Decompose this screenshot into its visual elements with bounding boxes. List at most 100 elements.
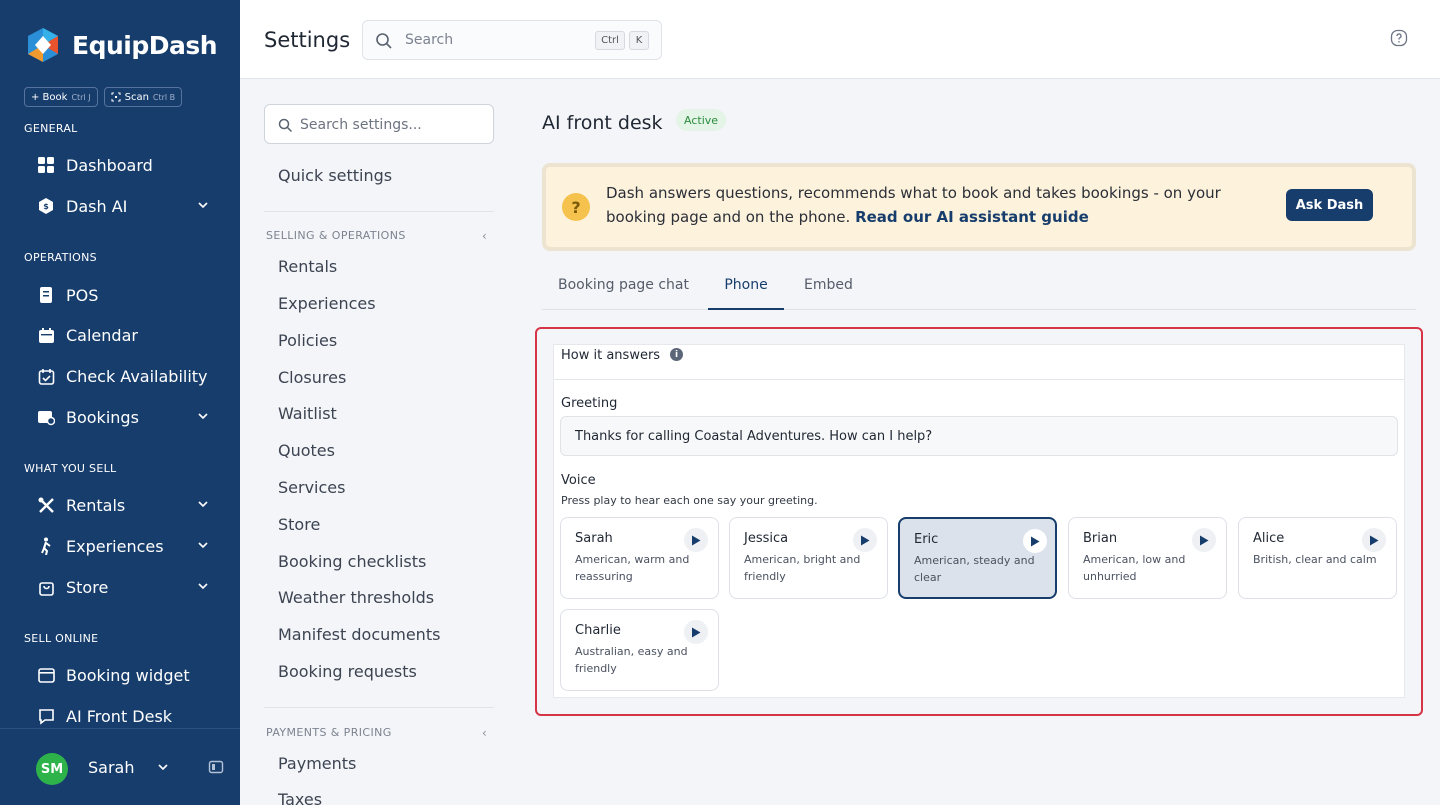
hexagon-icon: $ [36, 196, 56, 216]
settings-item[interactable]: Rentals [278, 257, 337, 276]
voice-name: Sarah [575, 531, 613, 546]
settings-item[interactable]: Services [278, 478, 345, 497]
search-icon [278, 118, 293, 133]
info-banner: ? Dash answers questions, recommends wha… [546, 167, 1412, 247]
search-input[interactable] [405, 29, 585, 51]
sidebar-item-pos[interactable]: POS [36, 281, 216, 309]
chat-bubble-icon [36, 706, 56, 726]
panel-title: How it answers [561, 348, 661, 363]
global-search[interactable]: Ctrl K [362, 20, 662, 60]
chevron-left-icon[interactable]: ‹ [482, 727, 492, 739]
play-button[interactable] [684, 528, 708, 552]
settings-item[interactable]: Store [278, 515, 320, 534]
voice-label: Voice [561, 473, 596, 488]
main-content: AI front desk Active ? Dash answers ques… [518, 79, 1440, 805]
sidebar: EquipDash + Book Ctrl J Scan Ctrl B GENE… [0, 0, 240, 805]
chevron-down-icon[interactable] [156, 760, 170, 774]
play-button[interactable] [1362, 528, 1386, 552]
settings-item[interactable]: Quotes [278, 441, 335, 460]
calendar-icon [36, 325, 56, 345]
sidebar-item-experiences[interactable]: Experiences [36, 532, 216, 560]
settings-item[interactable]: Waitlist [278, 404, 337, 423]
question-icon: ? [562, 193, 590, 221]
section-label-what-you-sell: WHAT YOU SELL [24, 462, 117, 475]
tab-phone[interactable]: Phone [708, 277, 784, 310]
settings-item-quick-settings[interactable]: Quick settings [278, 166, 392, 185]
voice-card-alice[interactable]: Alice British, clear and calm [1238, 517, 1397, 599]
svg-text:$: $ [43, 202, 49, 211]
voice-name: Alice [1253, 531, 1285, 546]
play-icon [1200, 535, 1209, 545]
voice-name: Brian [1083, 531, 1118, 546]
settings-item[interactable]: Booking requests [278, 662, 417, 681]
settings-search-input[interactable] [300, 114, 485, 136]
sidebar-item-label: Rentals [66, 495, 126, 515]
how-it-answers-panel: How it answers i Greeting Thanks for cal… [554, 345, 1404, 697]
equipdash-logo-icon [24, 26, 62, 64]
settings-item[interactable]: Taxes [278, 790, 322, 805]
play-button[interactable] [1023, 529, 1047, 553]
sidebar-item-dash-ai[interactable]: $ Dash AI [36, 192, 216, 220]
tab-booking-page-chat[interactable]: Booking page chat [558, 277, 689, 310]
settings-search[interactable] [264, 104, 494, 144]
voice-card-charlie[interactable]: Charlie Australian, easy and friendly [560, 609, 719, 691]
divider [264, 707, 494, 708]
settings-item[interactable]: Experiences [278, 294, 376, 313]
shortcut-key-ctrl: Ctrl [595, 31, 625, 50]
brand[interactable]: EquipDash [24, 26, 218, 64]
book-button[interactable]: + Book Ctrl J [24, 87, 98, 107]
settings-item[interactable]: Weather thresholds [278, 588, 434, 607]
chevron-down-icon [198, 542, 208, 549]
sidebar-item-store[interactable]: Store [36, 573, 216, 601]
settings-item[interactable]: Policies [278, 331, 337, 350]
play-button[interactable] [684, 620, 708, 644]
sidebar-item-label: POS [66, 285, 99, 305]
play-icon [1031, 536, 1040, 546]
header: Settings Ctrl K [240, 0, 1440, 79]
voice-description: American, bright and friendly [744, 553, 861, 583]
play-button[interactable] [853, 528, 877, 552]
voice-description: American, warm and reassuring [575, 553, 690, 583]
panel-header: How it answers i [554, 345, 1404, 380]
sidebar-collapse-icon[interactable] [208, 759, 224, 775]
sidebar-item-ai-front-desk[interactable]: AI Front Desk [36, 702, 216, 730]
voice-card-eric[interactable]: Eric American, steady and clear [898, 517, 1057, 599]
calendar-check-icon [36, 366, 56, 386]
user-name[interactable]: Sarah [88, 758, 134, 777]
voice-description: American, low and unhurried [1083, 553, 1186, 583]
greeting-field[interactable]: Thanks for calling Coastal Adventures. H… [560, 416, 1398, 456]
status-badge: Active [676, 109, 727, 131]
section-title: AI front desk [542, 112, 663, 134]
voice-description: British, clear and calm [1253, 553, 1377, 566]
settings-item[interactable]: Manifest documents [278, 625, 440, 644]
scan-button[interactable]: Scan Ctrl B [103, 87, 183, 107]
sidebar-footer: SM Sarah [0, 728, 240, 805]
avatar[interactable]: SM [36, 753, 68, 785]
section-label-general: GENERAL [24, 122, 78, 135]
sidebar-item-booking-widget[interactable]: Booking widget [36, 661, 216, 689]
sidebar-item-check-availability[interactable]: Check Availability [36, 362, 216, 390]
tab-embed[interactable]: Embed [804, 277, 853, 310]
settings-item[interactable]: Closures [278, 368, 346, 387]
ask-dash-button[interactable]: Ask Dash [1286, 189, 1373, 221]
voice-card-jessica[interactable]: Jessica American, bright and friendly [729, 517, 888, 599]
ai-guide-link[interactable]: Read our AI assistant guide [855, 208, 1089, 226]
scan-label: Scan [124, 91, 149, 103]
sidebar-item-calendar[interactable]: Calendar [36, 321, 216, 349]
sidebar-item-label: Calendar [66, 325, 138, 345]
chevron-left-icon[interactable]: ‹ [482, 230, 492, 242]
sidebar-item-label: Check Availability [66, 366, 208, 386]
sidebar-item-dashboard[interactable]: Dashboard [36, 151, 216, 179]
play-button[interactable] [1192, 528, 1216, 552]
sidebar-item-rentals[interactable]: Rentals [36, 491, 216, 519]
settings-item[interactable]: Payments [278, 754, 356, 773]
settings-item[interactable]: Booking checklists [278, 552, 426, 571]
scan-icon [111, 92, 121, 102]
voice-card-sarah[interactable]: Sarah American, warm and reassuring [560, 517, 719, 599]
sidebar-item-bookings[interactable]: Bookings [36, 403, 216, 431]
info-icon[interactable]: i [670, 348, 683, 361]
voice-card-brian[interactable]: Brian American, low and unhurried [1068, 517, 1227, 599]
shortcut-key-k: K [629, 31, 649, 50]
help-icon[interactable] [1390, 29, 1408, 47]
chevron-down-icon [198, 202, 208, 209]
